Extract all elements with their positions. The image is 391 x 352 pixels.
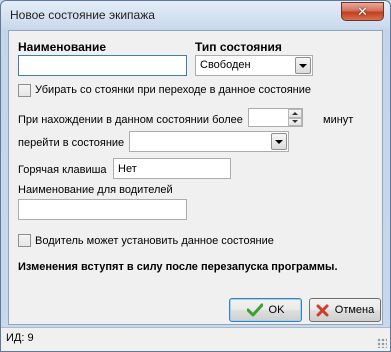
hotkey-input[interactable] bbox=[113, 158, 231, 179]
state-type-select[interactable]: Свободен bbox=[195, 55, 313, 76]
check-icon bbox=[246, 303, 263, 317]
chevron-up-icon bbox=[292, 111, 298, 115]
dialog-body: Наименование Тип состояния Свободен Убир… bbox=[8, 30, 383, 325]
name-input[interactable] bbox=[18, 55, 187, 76]
duration-label: При нахождении в данном состоянии более bbox=[18, 114, 243, 126]
hotkey-label: Горячая клавиша bbox=[18, 164, 107, 176]
driver-can-set-label[interactable]: Водитель может установить данное состоян… bbox=[35, 235, 274, 247]
cancel-button[interactable]: Отмена bbox=[309, 298, 381, 322]
state-type-label: Тип состояния bbox=[195, 40, 282, 54]
chevron-down-icon bbox=[299, 63, 307, 68]
title-bar[interactable]: Новое состояние экипажа ✕ bbox=[1, 1, 390, 29]
goto-state-select[interactable] bbox=[129, 131, 289, 152]
state-type-dropdown-button[interactable] bbox=[295, 57, 311, 74]
status-bar: ИД: 9 bbox=[1, 327, 390, 351]
spinner-up-button[interactable] bbox=[288, 109, 302, 118]
ok-button[interactable]: OK bbox=[229, 298, 302, 322]
close-icon: ✕ bbox=[357, 3, 368, 19]
dialog-window: Новое состояние экипажа ✕ Наименование Т… bbox=[0, 0, 391, 352]
restart-notice: Изменения вступят в силу после перезапус… bbox=[18, 261, 338, 273]
driver-name-label: Наименование для водителей bbox=[18, 184, 173, 196]
name-label: Наименование bbox=[18, 40, 107, 54]
resize-grip[interactable] bbox=[377, 338, 387, 348]
driver-can-set-checkbox[interactable] bbox=[18, 234, 31, 247]
close-button[interactable]: ✕ bbox=[341, 2, 384, 21]
driver-name-input[interactable] bbox=[18, 199, 187, 220]
cancel-label: Отмена bbox=[334, 304, 375, 316]
ok-label: OK bbox=[268, 304, 285, 316]
duration-spinner[interactable] bbox=[248, 108, 303, 127]
minutes-label: минут bbox=[323, 114, 354, 126]
remove-from-stand-label[interactable]: Убирать со стоянки при переходе в данное… bbox=[35, 84, 311, 96]
goto-state-label: перейти в состояние bbox=[18, 137, 125, 149]
goto-state-dropdown-button[interactable] bbox=[271, 133, 287, 150]
state-type-value: Свободен bbox=[200, 59, 251, 71]
window-title: Новое состояние экипажа bbox=[10, 8, 155, 22]
chevron-down-icon bbox=[292, 120, 298, 124]
chevron-down-icon bbox=[275, 139, 283, 144]
record-id: ИД: 9 bbox=[6, 332, 34, 344]
spinner-buttons[interactable] bbox=[288, 109, 302, 126]
cross-icon bbox=[316, 304, 329, 316]
remove-from-stand-checkbox[interactable] bbox=[18, 84, 31, 97]
spinner-down-button[interactable] bbox=[288, 117, 302, 126]
